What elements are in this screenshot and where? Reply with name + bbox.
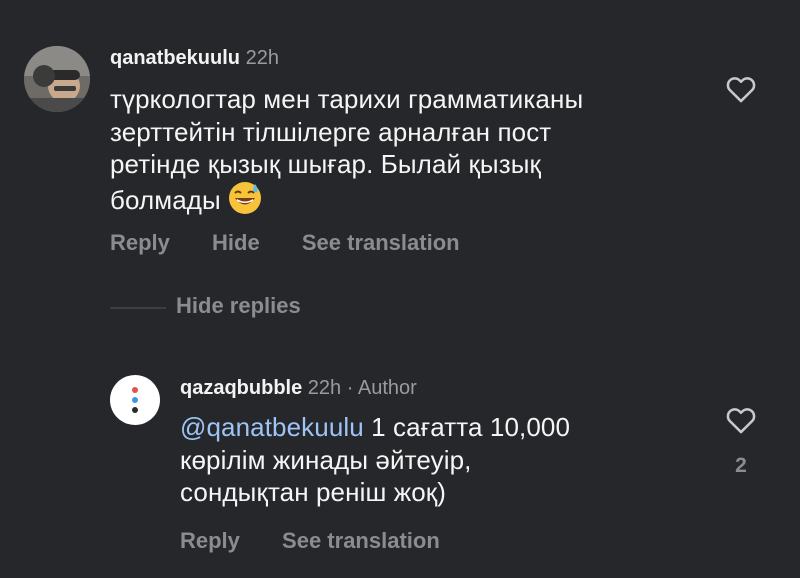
comment-line: болмады — [110, 184, 221, 215]
reply-time: 22h — [307, 377, 342, 399]
comment-time: 22h — [245, 47, 279, 69]
brand-logo-dot-blue — [132, 397, 138, 403]
see-translation-button[interactable]: See translation — [302, 230, 460, 255]
comment-line: зерттейтін тілшілерге арналған пост — [110, 116, 552, 147]
brand-logo-dot-red — [132, 387, 138, 393]
brand-logo-dot-dark — [132, 407, 138, 413]
avatar-photo — [24, 46, 90, 112]
comment-username[interactable]: qanatbekuulu — [110, 47, 240, 69]
reply-button[interactable]: Reply — [180, 528, 240, 553]
commenter-avatar[interactable] — [24, 46, 90, 112]
comment-body: түркологтар мен тарихи грамматиканы зерт… — [110, 83, 710, 216]
reply-line: @qanatbekuulu 1 сағатта 10,000 — [180, 411, 710, 444]
reply-body: @qanatbekuulu 1 сағатта 10,000 көрілім ж… — [180, 411, 710, 509]
reply-like-heart-icon[interactable] — [724, 403, 758, 437]
reply-actions: Reply See translation — [180, 528, 476, 554]
comment-header: qanatbekuulu 22h — [110, 46, 279, 70]
emoji-grinning-sweat-icon — [228, 181, 262, 215]
comment-actions: Reply Hide See translation — [110, 230, 496, 256]
comment-line-last: болмады — [110, 181, 710, 217]
hide-replies-button[interactable]: Hide replies — [176, 293, 301, 319]
reply-username[interactable]: qazaqbubble — [180, 377, 302, 399]
hide-button[interactable]: Hide — [212, 230, 260, 255]
comment-line: түркологтар мен тарихи грамматиканы — [110, 84, 584, 114]
reply-text: 1 сағатта 10,000 — [363, 412, 571, 442]
see-translation-button[interactable]: See translation — [282, 528, 440, 553]
reply-button[interactable]: Reply — [110, 230, 170, 255]
author-badge: Author — [357, 377, 417, 399]
like-count[interactable]: 2 — [724, 454, 758, 478]
meta-separator: · — [346, 377, 354, 399]
replies-divider — [110, 307, 166, 309]
like-heart-icon[interactable] — [724, 72, 758, 106]
reply-header: qazaqbubble 22h · Author — [180, 376, 417, 400]
mention-link[interactable]: @qanatbekuulu — [180, 412, 364, 442]
comment-line: ретінде қызық шығар. Былай қызық — [110, 149, 541, 179]
reply-line: сондықтан реніш жоқ) — [180, 477, 447, 507]
reply-avatar[interactable] — [110, 375, 160, 425]
reply-line: көрілім жинады әйтеуір, — [180, 444, 472, 475]
